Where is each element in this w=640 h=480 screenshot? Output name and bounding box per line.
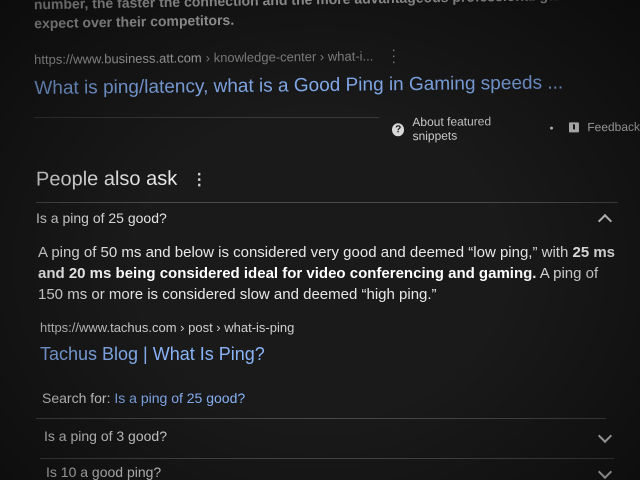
feedback-link[interactable]: Feedback [587, 120, 640, 135]
result-cite-domain: https://www.business.att.com [34, 49, 202, 67]
paa-question-text: Is a ping of 25 good? [36, 210, 167, 226]
search-for-suggestion: Search for: Is a ping of 25 good? [42, 390, 245, 406]
chevron-up-icon[interactable] [597, 213, 613, 229]
paa-question-expanded[interactable]: Is a ping of 25 good? [36, 210, 620, 229]
result-more-icon[interactable]: · · · [391, 41, 396, 69]
paa-question-collapsed[interactable]: Is 10 a good ping? [46, 464, 620, 480]
chevron-down-icon[interactable] [597, 464, 613, 480]
answer-source-title-link[interactable]: Tachus Blog | What Is Ping? [40, 344, 265, 365]
paa-answer-text: A ping of 50 ms and below is considered … [38, 242, 618, 305]
people-also-ask-title: People also ask [35, 167, 178, 191]
chevron-down-icon[interactable] [597, 428, 613, 444]
search-for-query-link[interactable]: Is a ping of 25 good? [114, 390, 245, 406]
help-circle-icon[interactable]: ? [391, 122, 405, 136]
paa-divider [40, 458, 614, 459]
search-for-label: Search for: [42, 390, 115, 406]
divider [34, 117, 379, 118]
paa-question-text: Is 10 a good ping? [46, 464, 162, 480]
people-also-ask-header: People also ask ⋮ [36, 168, 207, 192]
result-title-link[interactable]: What is ping/latency, what is a Good Pin… [34, 72, 614, 100]
feedback-icon[interactable] [568, 122, 580, 133]
separator-dot [549, 126, 553, 130]
result-cite-path: › knowledge-center › what-i... [205, 47, 374, 65]
featured-snippet-bar: ? About featured snippets Feedback [391, 113, 640, 144]
answer-source-cite[interactable]: https://www.tachus.com › post › what-is-… [40, 320, 294, 335]
previous-snippet-text: number, the faster the connection and th… [34, 0, 635, 33]
paa-question-collapsed[interactable]: Is a ping of 3 good? [44, 428, 620, 444]
paa-divider [36, 418, 606, 419]
result-cite[interactable]: https://www.business.att.com › knowledge… [34, 41, 614, 69]
paa-question-text: Is a ping of 3 good? [44, 428, 167, 444]
search-result: https://www.business.att.com › knowledge… [34, 41, 614, 100]
paa-divider [36, 202, 618, 203]
more-options-icon[interactable]: ⋮ [191, 169, 207, 189]
answer-part-1: A ping of 50 ms and below is considered … [38, 244, 573, 261]
about-featured-snippets-link[interactable]: About featured snippets [412, 114, 534, 143]
